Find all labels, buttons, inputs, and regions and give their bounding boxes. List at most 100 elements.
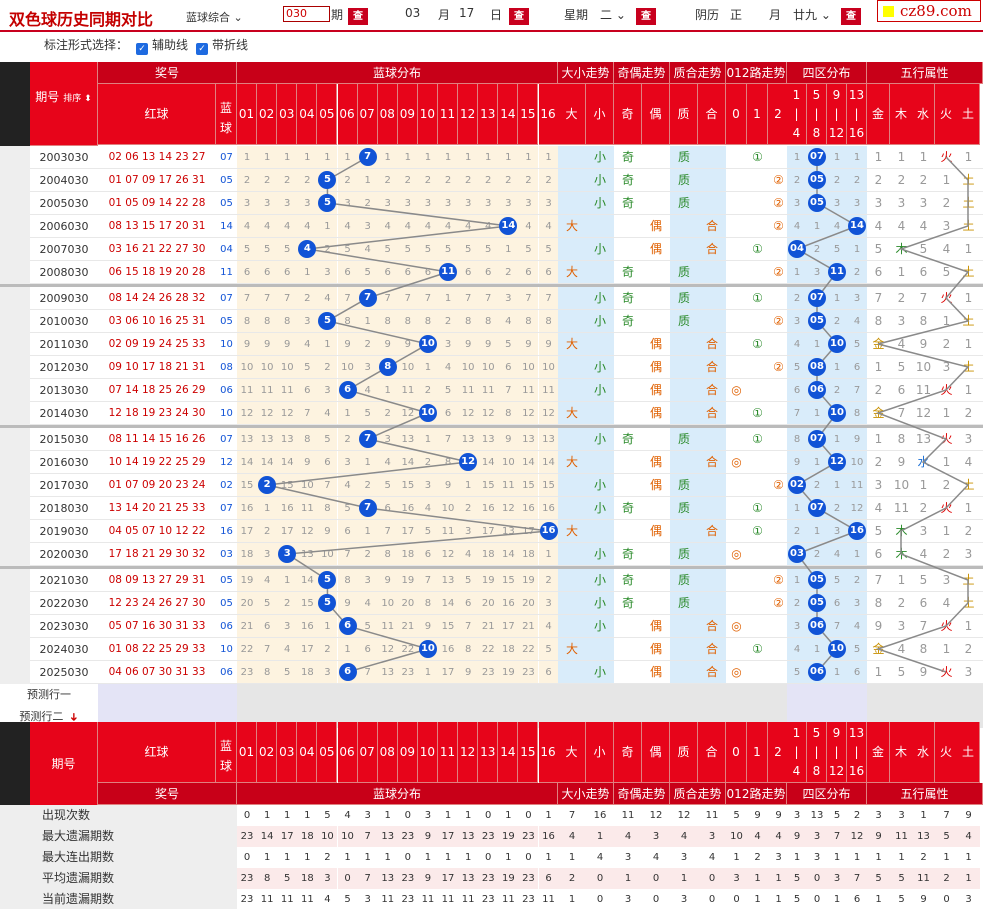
blue-miss-cell: 1 (417, 356, 438, 379)
row-handle[interactable] (0, 592, 30, 615)
wuxing-cell: 1 (890, 569, 913, 592)
row-red-balls: 01 07 09 17 26 31 (108, 174, 206, 186)
wuxing-cell: 2 (935, 543, 958, 566)
blue-miss-cell: 23 (397, 661, 418, 684)
col-blue-13: 13 (478, 84, 499, 145)
blue-miss-cell: 5 (377, 238, 398, 261)
row-period: 2007030 (39, 243, 89, 256)
blue-miss-cell: 10 (458, 356, 479, 379)
row-handle[interactable] (0, 310, 30, 333)
row-handle[interactable] (0, 356, 30, 379)
stat-value: 3 (807, 826, 827, 847)
wuxing-cell: 8 (867, 310, 890, 333)
stat-value: 1 (670, 868, 698, 889)
predict-row-label[interactable]: 预测行一 (0, 684, 98, 706)
blue-miss-cell: 8 (478, 310, 499, 333)
stat-value: 13 (458, 868, 479, 889)
row-handle[interactable] (0, 497, 30, 520)
blue-miss-cell: 6 (397, 261, 418, 284)
prime-cell: 质 (670, 146, 698, 169)
stat-value: 7 (847, 868, 867, 889)
road-cell (768, 287, 789, 310)
sort-button[interactable]: 排序 ⬍ (63, 94, 91, 104)
row-handle[interactable] (0, 638, 30, 661)
row-handle[interactable] (0, 192, 30, 215)
predict-arrow-icon[interactable]: ➜ (63, 712, 85, 721)
blue-miss-cell: 11 (438, 520, 459, 543)
blue-miss-cell: 3 (297, 192, 318, 215)
col-blue-11: 11 (438, 84, 459, 145)
col-period[interactable]: 期号 (30, 722, 98, 806)
row-handle[interactable] (0, 402, 30, 425)
stat-value: 9 (787, 826, 807, 847)
road-cell (768, 146, 789, 169)
row-handle[interactable] (0, 520, 30, 543)
predict-wuxing[interactable] (867, 684, 983, 706)
row-handle[interactable] (0, 569, 30, 592)
row-handle[interactable] (0, 428, 30, 451)
road-cell: ① (747, 238, 768, 261)
odd-cell: 奇 (614, 428, 642, 451)
blue-miss-cell: 6 (337, 520, 358, 543)
blue-miss-cell: 13 (397, 428, 418, 451)
row-handle[interactable] (0, 451, 30, 474)
blue-miss-cell: 7 (458, 287, 479, 310)
blue-miss-cell: 8 (377, 310, 398, 333)
row-handle[interactable] (0, 238, 30, 261)
blue-miss-cell: 3 (317, 379, 338, 402)
col-period[interactable]: 期号 排序 ⬍ (30, 62, 98, 146)
blue-miss-cell: 13 (518, 428, 539, 451)
road-cell: ② (768, 569, 789, 592)
wuxing-cell: 2 (867, 379, 890, 402)
row-handle[interactable] (0, 287, 30, 310)
road-cell (747, 615, 768, 638)
wuxing-cell: 5 (935, 261, 958, 284)
predict-zone[interactable] (787, 684, 867, 706)
blue-miss-cell: 6 (377, 261, 398, 284)
row-handle[interactable] (0, 661, 30, 684)
stat-value: 4 (317, 889, 338, 909)
blue-miss-cell: 17 (297, 638, 318, 661)
wuxing-cell: 火 (935, 497, 958, 520)
col-wuxing-4: 土 (957, 722, 980, 783)
row-handle[interactable] (0, 379, 30, 402)
road-cell: ① (747, 287, 768, 310)
zone-cell: 4 (787, 333, 807, 356)
blue-miss-cell: 10 (438, 497, 459, 520)
row-handle[interactable] (0, 333, 30, 356)
blue-miss-cell: 7 (277, 287, 298, 310)
blue-miss-cell: 9 (417, 615, 438, 638)
blue-miss-cell: 14 (277, 451, 298, 474)
road-cell (726, 261, 747, 284)
blue-miss-cell: 9 (237, 333, 258, 356)
wuxing-cell: 1 (935, 638, 958, 661)
prime-cell (698, 310, 726, 333)
row-handle[interactable] (0, 261, 30, 284)
odd-cell (642, 192, 670, 215)
row-red-balls: 08 14 24 26 28 32 (108, 292, 206, 304)
stat-value: 1 (847, 847, 867, 868)
stat-value: 23 (237, 868, 258, 889)
blue-miss-cell: 4 (337, 474, 358, 497)
wuxing-cell: 2 (935, 474, 958, 497)
blue-miss-cell: 8 (377, 543, 398, 566)
row-handle[interactable] (0, 615, 30, 638)
prime-cell (698, 474, 726, 497)
row-handle[interactable] (0, 474, 30, 497)
wuxing-cell: 2 (867, 451, 890, 474)
stat-value: 1 (377, 805, 398, 826)
row-handle[interactable] (0, 146, 30, 169)
odd-cell: 奇 (614, 261, 642, 284)
row-handle[interactable] (0, 215, 30, 238)
col-odd-0: 奇 (614, 84, 642, 145)
wuxing-cell: 3 (957, 543, 980, 566)
col-blue-16: 16 (538, 722, 559, 783)
predict-grid[interactable] (237, 684, 787, 706)
zone-cell: 1 (787, 261, 807, 284)
blue-miss-cell: 5 (377, 474, 398, 497)
blue-miss-cell: 3 (337, 192, 358, 215)
row-handle[interactable] (0, 169, 30, 192)
blue-miss-cell: 6 (377, 497, 398, 520)
predict-red-area[interactable] (98, 684, 237, 706)
row-handle[interactable] (0, 543, 30, 566)
